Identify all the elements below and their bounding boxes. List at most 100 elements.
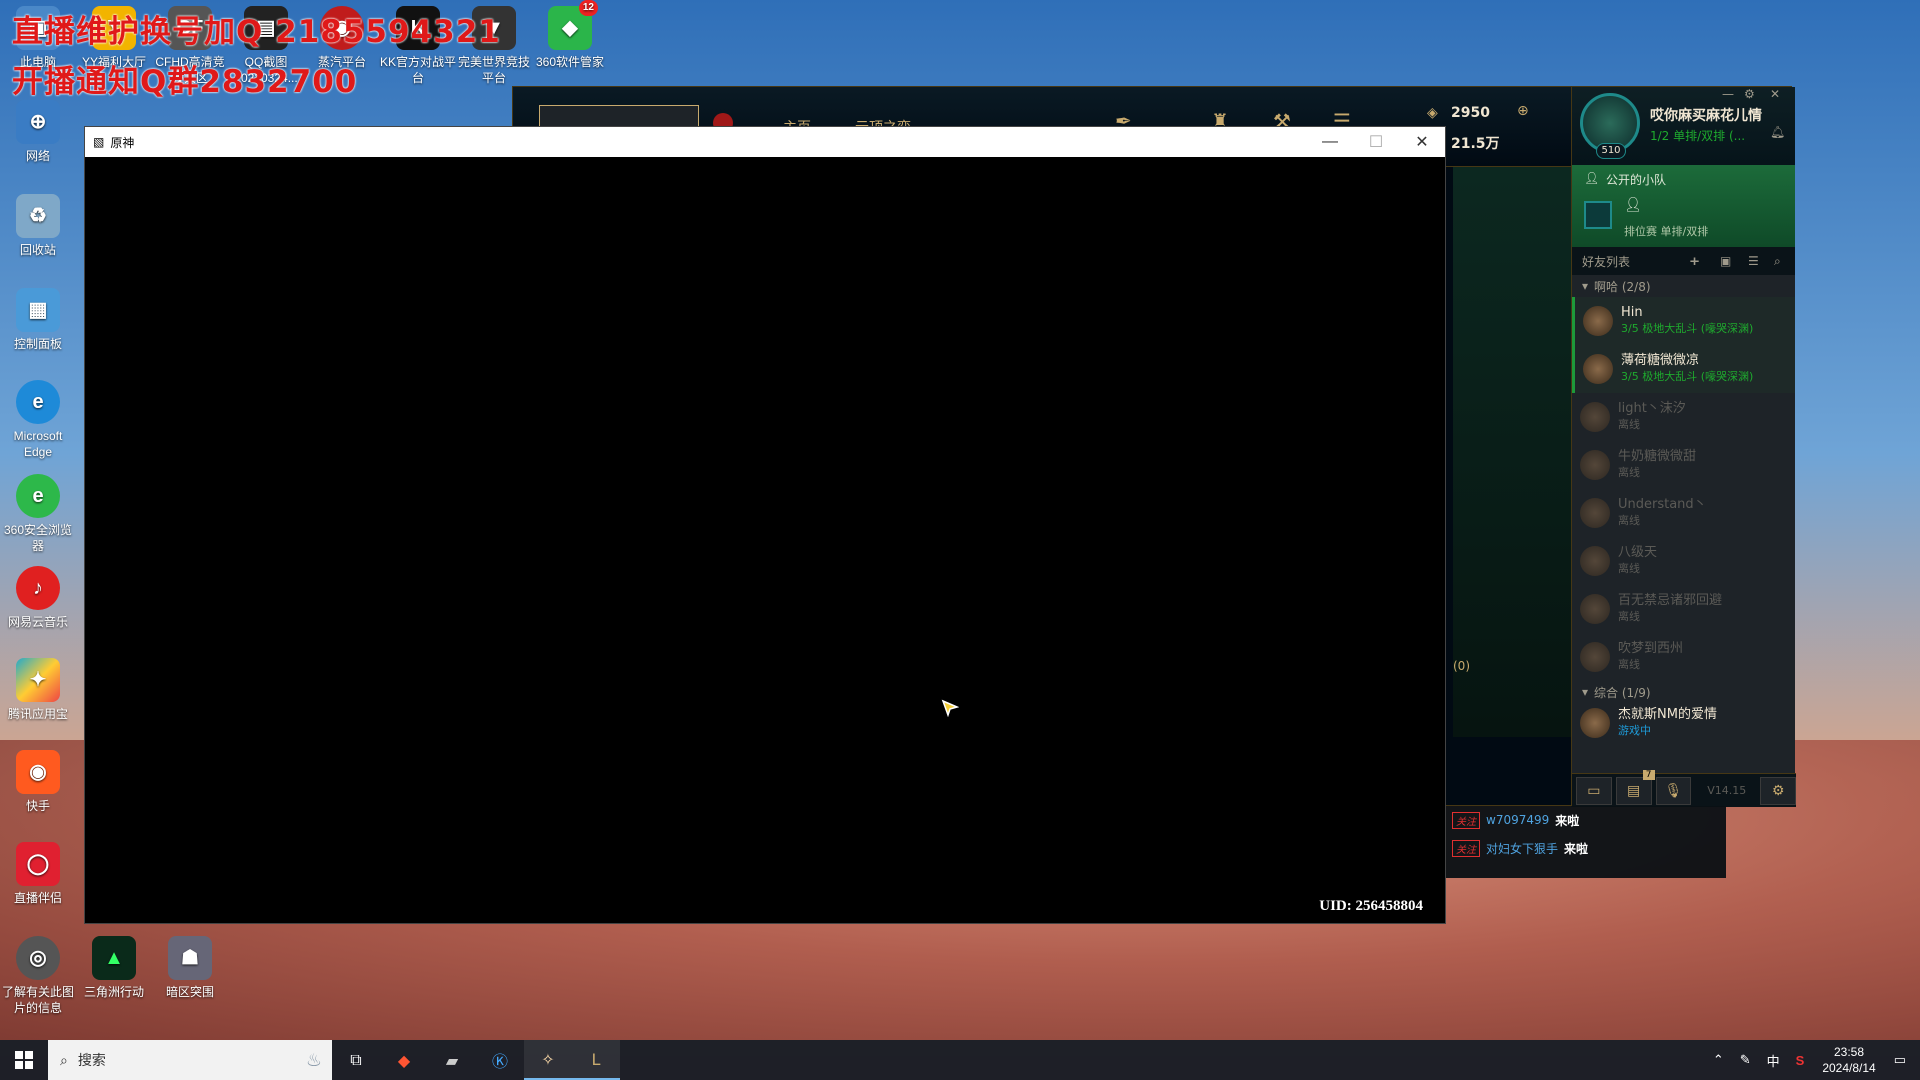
desktop-icon-arena-breakout[interactable]: ☗ 暗区突围 bbox=[152, 936, 228, 1000]
taskbar: ⌕ 搜索 ♨ ⧉ ◆ ▰ Ⓚ ✧ L ⌃ ✎ 中 S 23:58 2024/8/… bbox=[0, 1040, 1920, 1080]
camera-icon: ◎ bbox=[16, 936, 60, 980]
sogou-icon[interactable]: S bbox=[1796, 1053, 1805, 1068]
chat-message: 关注 对妇女下狠手 来啦 bbox=[1444, 834, 1726, 862]
list-item[interactable]: 杰就斯NM的爱情 游戏中 bbox=[1572, 703, 1795, 743]
list-item[interactable]: Understand丶 离线 bbox=[1572, 489, 1795, 537]
taskbar-app-wegame[interactable]: ◆ bbox=[380, 1040, 428, 1080]
recycle-bin-icon: ♻ bbox=[16, 194, 60, 238]
360-manager-icon: ◆ 12 bbox=[548, 0, 598, 50]
search-placeholder: 搜索 bbox=[77, 1052, 106, 1068]
kk-icon: Ⓚ bbox=[491, 1052, 508, 1071]
chat-text: 来啦 bbox=[1564, 841, 1589, 856]
follow-tag: 关注 bbox=[1452, 839, 1480, 857]
list-item[interactable]: 吹梦到西州 离线 bbox=[1572, 633, 1795, 681]
avatar bbox=[1583, 306, 1613, 336]
taskbar-search[interactable]: ⌕ 搜索 ♨ bbox=[48, 1040, 332, 1080]
friend-group-header[interactable]: ▾ 综合 (1/9) bbox=[1572, 681, 1795, 703]
netease-music-icon: ♪ bbox=[16, 566, 60, 610]
microphone-icon[interactable]: 🎙︎ bbox=[1655, 776, 1692, 805]
list-item[interactable]: 牛奶糖微微甜 离线 bbox=[1572, 441, 1795, 489]
party-mode: 排位赛 单排/双排 bbox=[1624, 225, 1709, 238]
avatar bbox=[1580, 594, 1610, 624]
windows-icon bbox=[15, 1051, 33, 1069]
summoner-level: 510 bbox=[1596, 143, 1626, 159]
add-friend-icon[interactable]: ➕︎ bbox=[1690, 254, 1699, 269]
maximize-button[interactable]: ☐ bbox=[1353, 127, 1399, 157]
taskbar-app-game[interactable]: ▰ bbox=[428, 1040, 476, 1080]
settings-icon[interactable]: ⚙ bbox=[1744, 87, 1755, 101]
notifications-icon[interactable]: ▤ 7 bbox=[1615, 769, 1655, 805]
search-highlight-image: ♨ bbox=[305, 1049, 322, 1070]
desktop-icon-netease-music[interactable]: ♪ 网易云音乐 bbox=[0, 566, 76, 630]
genshin-icon: ✧ bbox=[541, 1049, 555, 1069]
close-button[interactable]: ✕ bbox=[1399, 127, 1445, 157]
window-title: 原神 bbox=[110, 135, 135, 150]
close-icon[interactable]: ✕ bbox=[1770, 87, 1780, 101]
task-view-button[interactable]: ⧉ bbox=[332, 1040, 380, 1080]
desktop-icon-kuaishou[interactable]: ◉ 快手 bbox=[0, 750, 76, 814]
taskbar-app-lol[interactable]: L bbox=[572, 1040, 620, 1080]
live-companion-icon: ◯ bbox=[16, 842, 60, 886]
list-item[interactable]: 八级天 离线 bbox=[1572, 537, 1795, 585]
rp-value: 21.5万 bbox=[1451, 136, 1500, 152]
avatar bbox=[1580, 546, 1610, 576]
chevron-down-icon: ▾ bbox=[1582, 279, 1589, 293]
chat-text: 来啦 bbox=[1555, 813, 1580, 828]
arena-breakout-icon: ☗ bbox=[168, 936, 212, 980]
desktop-icon-learn-about-picture[interactable]: ◎ 了解有关此图片的信息 bbox=[0, 936, 76, 1016]
summoner-header: 510 哎你麻买麻花儿情 1/2 单排/双排 (... — ⚙ ✕ 🔔︎ bbox=[1572, 87, 1795, 165]
search-icon[interactable]: ⌕ bbox=[1774, 254, 1781, 269]
notification-center-icon[interactable]: ▭ bbox=[1894, 1052, 1906, 1068]
list-item[interactable]: 薄荷糖微微凉 3/5 极地大乱斗 (嚎哭深渊) bbox=[1572, 345, 1795, 393]
friend-group-header[interactable]: ▾ 啊哈 (2/8) bbox=[1572, 275, 1795, 297]
start-button[interactable] bbox=[0, 1040, 48, 1080]
avatar bbox=[1580, 402, 1610, 432]
summoner-name: 哎你麻买麻花儿情 bbox=[1650, 108, 1762, 124]
desktop-icon-360-browser[interactable]: e 360安全浏览器 bbox=[0, 474, 76, 554]
notification-badge: 12 bbox=[578, 0, 598, 16]
add-folder-icon[interactable]: ▣ bbox=[1720, 254, 1731, 268]
home-background bbox=[1453, 167, 1571, 737]
network-icon: ⊕ bbox=[16, 100, 60, 144]
clock[interactable]: 23:58 2024/8/14 bbox=[1822, 1044, 1875, 1076]
desktop-icon-recycle-bin[interactable]: ♻ 回收站 bbox=[0, 194, 76, 258]
taskbar-app-kk[interactable]: Ⓚ bbox=[476, 1040, 524, 1080]
blue-essence-icon: ◈ bbox=[1427, 105, 1438, 121]
summoner-status[interactable]: 1/2 单排/双排 (... bbox=[1650, 127, 1745, 144]
chat-username: w7097499 bbox=[1486, 813, 1550, 827]
delta-force-icon: ▲ bbox=[92, 936, 136, 980]
social-toolbar: ▭ ▤ 7 🎙︎ V14.15 ⚙ bbox=[1572, 769, 1797, 807]
list-item[interactable]: 百无禁忌诸邪回避 离线 bbox=[1572, 585, 1795, 633]
avatar bbox=[1580, 450, 1610, 480]
list-item[interactable]: Hin 3/5 极地大乱斗 (嚎哭深渊) bbox=[1572, 297, 1795, 345]
party-panel[interactable]: 👤︎ 公开的小队 👤︎ 排位赛 单排/双排 bbox=[1572, 165, 1795, 247]
add-currency-icon[interactable]: ⊕ bbox=[1517, 103, 1529, 119]
ime-indicator[interactable]: 中 bbox=[1767, 1051, 1780, 1070]
chevron-up-icon[interactable]: ⌃ bbox=[1713, 1052, 1724, 1068]
settings-icon[interactable]: ⚙ bbox=[1760, 776, 1797, 805]
desktop-icon-360-manager[interactable]: ◆ 12 360软件管家 bbox=[532, 0, 608, 70]
taskbar-app-genshin[interactable]: ✧ bbox=[524, 1040, 572, 1080]
desktop-icon-network[interactable]: ⊕ 网络 bbox=[0, 100, 76, 164]
genshin-window[interactable]: ▧ 原神 — ☐ ✕ UID: 256458804 bbox=[84, 126, 1446, 924]
minimize-icon[interactable]: — bbox=[1722, 87, 1734, 101]
desktop-icon-live-companion[interactable]: ◯ 直播伴侣 bbox=[0, 842, 76, 906]
player-uid: UID: 256458804 bbox=[1319, 898, 1423, 914]
desktop-icon-control-panel[interactable]: ▦ 控制面板 bbox=[0, 288, 76, 352]
app-store-icon: ✦ bbox=[16, 658, 60, 702]
list-item[interactable]: light丶沫汐 离线 bbox=[1572, 393, 1795, 441]
stream-overlay-line2: 开播通知Q群2832700 bbox=[12, 64, 358, 100]
desktop-icon-delta-force[interactable]: ▲ 三角洲行动 bbox=[76, 936, 152, 1000]
avatar bbox=[1580, 642, 1610, 672]
notification-bell-icon[interactable]: 🔔︎ bbox=[1770, 125, 1785, 139]
minimize-button[interactable]: — bbox=[1307, 127, 1353, 157]
desktop-icon-edge[interactable]: e Microsoft Edge bbox=[0, 380, 76, 460]
app-icon: ▧ bbox=[93, 135, 105, 149]
chat-icon[interactable]: ▭ bbox=[1576, 776, 1612, 805]
window-titlebar[interactable]: ▧ 原神 — ☐ ✕ bbox=[85, 127, 1445, 157]
chat-username: 对妇女下狠手 bbox=[1486, 841, 1559, 856]
pen-icon[interactable]: ✎ bbox=[1740, 1052, 1751, 1068]
list-view-icon[interactable]: ☰ bbox=[1748, 254, 1759, 268]
desktop-icon-tencent-store[interactable]: ✦ 腾讯应用宝 bbox=[0, 658, 76, 722]
control-panel-icon: ▦ bbox=[16, 288, 60, 332]
